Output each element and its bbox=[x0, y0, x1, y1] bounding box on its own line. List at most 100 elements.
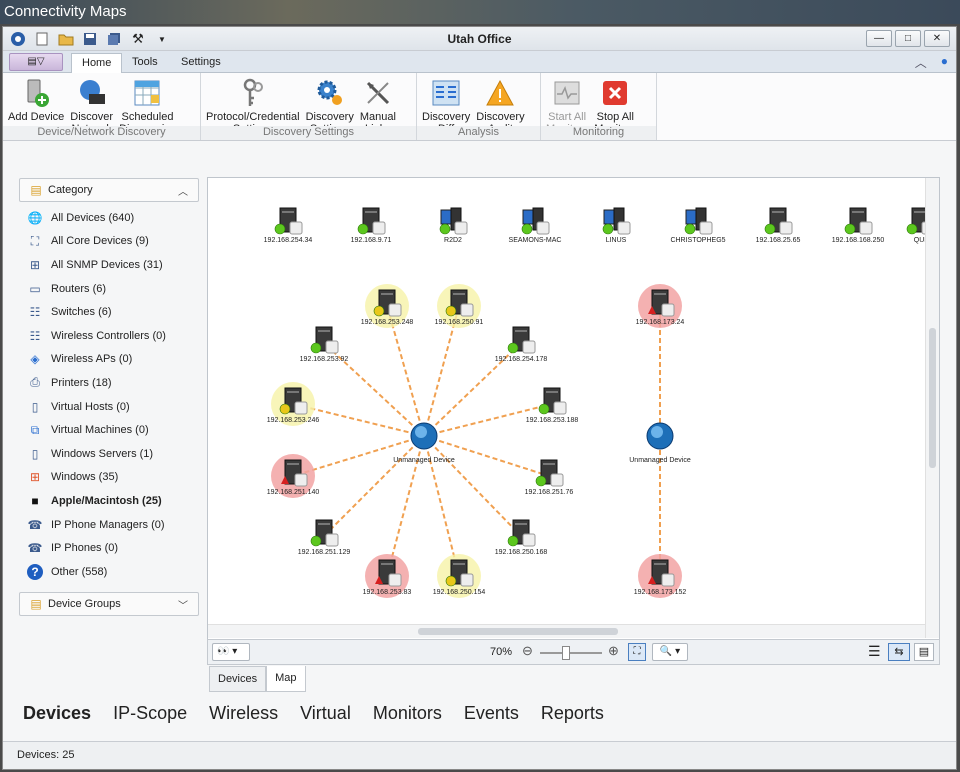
device-node[interactable]: 192.168.250.91 bbox=[435, 284, 484, 328]
device-node[interactable]: 192.168.173.24 bbox=[636, 284, 685, 328]
horizontal-scrollbar[interactable] bbox=[208, 624, 925, 638]
category-label: All Core Devices (9) bbox=[51, 235, 149, 248]
device-groups-panel-header[interactable]: ▤ Device Groups ﹀ bbox=[19, 591, 199, 616]
device-node[interactable]: CHRISTOPHEG5 bbox=[670, 207, 726, 244]
device-node[interactable]: 192.168.168.250 bbox=[832, 207, 885, 244]
group-label: Analysis bbox=[417, 126, 540, 140]
device-node[interactable]: 192.168.254.178 bbox=[495, 326, 548, 363]
device-node[interactable]: 192.168.253.83 bbox=[363, 554, 412, 598]
nav-devices[interactable]: Devices bbox=[23, 703, 91, 724]
fit-to-window-icon[interactable]: ⛶ bbox=[628, 643, 646, 661]
vertical-scrollbar[interactable] bbox=[925, 178, 939, 638]
find-button[interactable]: 👀 ▾ bbox=[212, 643, 250, 661]
category-item[interactable]: ◈ Wireless APs (0) bbox=[19, 348, 199, 372]
nav-monitors[interactable]: Monitors bbox=[373, 703, 442, 724]
warning-icon bbox=[484, 77, 516, 109]
network-map[interactable]: 192.168.254.34 192.168.9.71 R2D2 SEAMONS-MA… bbox=[207, 177, 940, 663]
device-node[interactable]: 192.168.251.140 bbox=[267, 454, 320, 498]
close-button[interactable]: ✕ bbox=[924, 30, 950, 47]
status-icon bbox=[373, 305, 385, 317]
minimize-button[interactable]: — bbox=[866, 30, 892, 47]
scheduled-discoveries-icon bbox=[131, 77, 163, 109]
status-icon bbox=[844, 223, 856, 235]
hub-label: Unmanaged Device bbox=[393, 457, 455, 464]
category-list: 🌐 All Devices (640) ⛶ All Core Devices (9) ⊞… bbox=[19, 202, 199, 584]
category-item[interactable]: ☷ Wireless Controllers (0) bbox=[19, 324, 199, 348]
zoom-in-icon[interactable]: ⊕ bbox=[608, 643, 619, 659]
device-node[interactable]: LINUS bbox=[602, 207, 631, 244]
help-icon[interactable]: ● bbox=[941, 54, 948, 71]
maximize-button[interactable]: □ bbox=[895, 30, 921, 47]
window-title: Utah Office bbox=[447, 32, 512, 46]
category-item[interactable]: 🌐 All Devices (640) bbox=[19, 206, 199, 230]
ribbon: Add Device DiscoverNetwork ScheduledDisc… bbox=[3, 73, 956, 141]
zoom-slider-thumb[interactable] bbox=[562, 646, 570, 660]
group-discovery-settings: Protocol/CredentialSettings DiscoverySet… bbox=[201, 73, 417, 140]
category-item[interactable]: ⊞ All SNMP Devices (31) bbox=[19, 253, 199, 277]
status-icon bbox=[507, 342, 519, 354]
category-item[interactable]: ▯ Windows Servers (1) bbox=[19, 442, 199, 466]
device-node[interactable]: 192.168.253.188 bbox=[526, 387, 579, 424]
category-item[interactable]: ⎙ Printers (18) bbox=[19, 371, 199, 395]
category-item[interactable]: ▭ Routers (6) bbox=[19, 277, 199, 301]
node-label: 192.168.251.76 bbox=[525, 489, 574, 496]
device-node[interactable]: 192.168.253.246 bbox=[267, 382, 320, 426]
device-node[interactable]: R2D2 bbox=[439, 207, 468, 244]
status-icon bbox=[521, 223, 533, 235]
device-node[interactable]: 192.168.250.154 bbox=[433, 554, 486, 598]
device-node[interactable]: 192.168.253.248 bbox=[361, 284, 414, 328]
chevron-down-icon: ﹀ bbox=[178, 600, 188, 612]
nav-ip-scope[interactable]: IP-Scope bbox=[113, 703, 187, 724]
tab-devices-view[interactable]: Devices bbox=[209, 666, 267, 692]
node-label: 192.168.254.178 bbox=[495, 356, 548, 363]
category-item[interactable]: ☎ IP Phone Managers (0) bbox=[19, 513, 199, 537]
nav-reports[interactable]: Reports bbox=[541, 703, 604, 724]
status-icon bbox=[357, 223, 369, 235]
group-label: Discovery Settings bbox=[201, 126, 416, 140]
unmanaged-device-hub[interactable]: Unmanaged Device bbox=[629, 422, 691, 464]
unmanaged-device-hub[interactable]: Unmanaged Device bbox=[393, 422, 455, 464]
tab-settings[interactable]: Settings bbox=[171, 53, 231, 73]
category-item[interactable]: ⧉ Virtual Machines (0) bbox=[19, 418, 199, 442]
node-label: 192.168.251.140 bbox=[267, 489, 320, 496]
category-item[interactable]: ☎ IP Phones (0) bbox=[19, 536, 199, 560]
device-node[interactable]: 192.168.173.152 bbox=[634, 554, 687, 598]
device-node[interactable]: SEAMONS-MAC bbox=[509, 207, 562, 244]
category-item[interactable]: ⊞ Windows (35) bbox=[19, 466, 199, 490]
start-monitors-icon bbox=[551, 77, 583, 109]
nav-events[interactable]: Events bbox=[464, 703, 519, 724]
tab-home[interactable]: Home bbox=[71, 53, 123, 73]
collapse-ribbon-icon[interactable]: ︿ bbox=[915, 54, 927, 71]
category-item[interactable]: ⛶ All Core Devices (9) bbox=[19, 230, 199, 254]
map-canvas[interactable]: 192.168.254.34 192.168.9.71 R2D2 SEAMONS-MA… bbox=[208, 178, 939, 638]
globe-user-icon: 🌐 bbox=[27, 210, 43, 225]
device-count: Devices: 25 bbox=[17, 749, 75, 761]
category-label: IP Phone Managers (0) bbox=[51, 518, 165, 531]
device-node[interactable]: 192.168.250.168 bbox=[495, 519, 548, 556]
device-node[interactable]: 192.168.251.129 bbox=[298, 519, 351, 556]
category-label: All Devices (640) bbox=[51, 211, 135, 224]
layers-icon[interactable]: ☰ bbox=[868, 643, 881, 660]
network-icon: ⛶ bbox=[30, 233, 40, 248]
nav-wireless[interactable]: Wireless bbox=[209, 703, 278, 724]
search-map-button[interactable]: 🔍 ▾ bbox=[652, 643, 688, 661]
device-node[interactable]: 192.168.253.92 bbox=[300, 326, 349, 363]
device-node[interactable]: 192.168.254.34 bbox=[264, 207, 313, 244]
category-panel-header[interactable]: ▤ Category ︿ bbox=[19, 178, 199, 202]
tab-map-view[interactable]: Map bbox=[266, 666, 306, 692]
tab-tools[interactable]: Tools bbox=[122, 53, 168, 73]
application-menu-button[interactable]: ▤▽ bbox=[9, 53, 63, 71]
category-item[interactable]: ■ Apple/Macintosh (25) bbox=[19, 489, 199, 513]
category-item[interactable]: ? Other (558) bbox=[19, 560, 199, 584]
map-view-icon[interactable]: ⇆ bbox=[888, 643, 910, 661]
category-item[interactable]: ☷ Switches (6) bbox=[19, 300, 199, 324]
category-item[interactable]: ▯ Virtual Hosts (0) bbox=[19, 395, 199, 419]
zoom-slider[interactable] bbox=[540, 646, 602, 660]
list-view-icon[interactable]: ▤ bbox=[914, 643, 934, 661]
device-node[interactable]: 192.168.25.65 bbox=[756, 207, 801, 244]
device-node[interactable]: 192.168.9.71 bbox=[351, 207, 392, 244]
map-toolbar: 👀 ▾ 70% ⊖ ⊕ ⛶ 🔍 ▾ ☰ ⇆ ▤ bbox=[207, 639, 940, 665]
nav-virtual[interactable]: Virtual bbox=[300, 703, 351, 724]
zoom-out-icon[interactable]: ⊖ bbox=[522, 643, 533, 659]
device-node[interactable]: 192.168.251.76 bbox=[525, 459, 574, 496]
